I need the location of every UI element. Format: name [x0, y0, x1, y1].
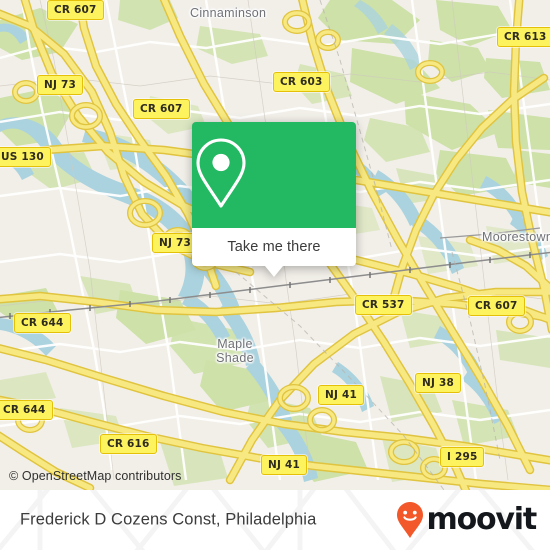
take-me-there-button[interactable]: Take me there — [192, 228, 356, 266]
destination-popup-card[interactable]: Take me there — [192, 122, 356, 277]
road-shield-nj-41: NJ 41 — [318, 385, 364, 405]
road-shield-cr-603: CR 603 — [273, 72, 330, 92]
place-label-cinnaminson: Cinnaminson — [190, 6, 267, 20]
road-shield-cr-613: CR 613 — [497, 27, 550, 47]
road-shield-i-295: I 295 — [440, 447, 485, 467]
road-shield-us-130: US 130 — [0, 147, 51, 167]
moovit-logo[interactable]: moovit — [395, 501, 538, 539]
road-shield-nj-38: NJ 38 — [415, 373, 461, 393]
road-shield-cr-616: CR 616 — [100, 434, 157, 454]
place-label-moorestown: Moorestown — [482, 230, 550, 244]
location-title: Frederick D Cozens Const, Philadelphia — [20, 510, 317, 529]
road-shield-cr-644: CR 644 — [0, 400, 53, 420]
map-canvas[interactable]: Cinnaminson Moorestown Maple Shade CR 607… — [0, 0, 550, 490]
road-shield-nj-41: NJ 41 — [261, 455, 307, 475]
moovit-wordmark: moovit — [426, 502, 538, 537]
popup-pointer-tail — [265, 266, 283, 277]
take-me-there-label: Take me there — [227, 239, 321, 255]
road-shield-cr-607: CR 607 — [468, 296, 525, 316]
road-shield-cr-537: CR 537 — [355, 295, 412, 315]
popup-image-area — [192, 122, 356, 228]
osm-attribution[interactable]: © OpenStreetMap contributors — [9, 469, 182, 483]
road-shield-cr-607: CR 607 — [133, 99, 190, 119]
road-shield-nj-73: NJ 73 — [37, 75, 83, 95]
road-shield-cr-607: CR 607 — [47, 0, 104, 20]
road-shield-cr-644: CR 644 — [14, 313, 71, 333]
map-screenshot: Cinnaminson Moorestown Maple Shade CR 607… — [0, 0, 550, 550]
moovit-pin-icon — [396, 502, 423, 538]
place-label-maple-shade: Maple Shade — [216, 337, 254, 365]
footer-bar: Frederick D Cozens Const, Philadelphia m… — [0, 490, 550, 550]
